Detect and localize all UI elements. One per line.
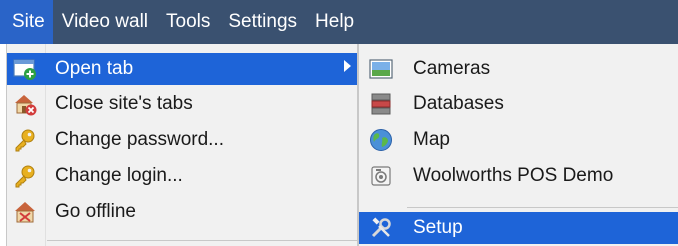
submenu-item-woolworths-pos-demo[interactable]: Woolworths POS Demo [359,160,678,192]
menu-item-label: Change password... [55,129,224,150]
menu-item-go-offline[interactable]: Go offline [7,196,357,228]
key-icon [13,164,37,188]
application-window: Site Video wall Tools Settings Help Open… [0,0,678,246]
menu-separator [407,207,678,208]
setup-tools-icon [369,216,393,240]
menu-item-label: Close site's tabs [55,93,193,114]
go-offline-icon [13,200,37,224]
open-tab-icon [13,57,37,81]
menu-item-change-login[interactable]: Change login... [7,160,357,192]
site-dropdown-menu: Open tab Close site's tabs Change passwo… [6,44,358,246]
submenu-item-label: Cameras [413,58,491,79]
pos-demo-icon [369,164,393,188]
close-site-tabs-icon [13,92,37,116]
submenu-item-setup[interactable]: Setup [359,212,678,244]
menu-item-change-password[interactable]: Change password... [7,124,357,156]
databases-icon [369,92,393,116]
menu-item-close-site-tabs[interactable]: Close site's tabs [7,88,357,120]
submenu-item-map[interactable]: Map [359,124,678,156]
menu-settings[interactable]: Settings [219,0,306,44]
menu-site[interactable]: Site [0,0,53,44]
menu-tools[interactable]: Tools [157,0,219,44]
submenu-item-databases[interactable]: Databases [359,88,678,120]
key-icon [13,128,37,152]
menu-item-label: Open tab [55,58,134,79]
submenu-arrow-icon [344,60,351,72]
submenu-item-cameras[interactable]: Cameras [359,53,678,85]
globe-icon [369,128,393,152]
menu-item-label: Change login... [55,165,183,186]
menu-item-open-tab[interactable]: Open tab [7,53,357,85]
menu-item-label: Go offline [55,201,136,222]
menu-separator [47,240,357,241]
open-tab-submenu: Cameras Databases Map Woolworths POS Dem… [358,44,678,246]
submenu-item-label: Databases [413,93,504,114]
menu-video-wall[interactable]: Video wall [53,0,157,44]
submenu-item-label: Map [413,129,450,150]
menu-bar: Site Video wall Tools Settings Help [0,0,678,44]
submenu-item-label: Woolworths POS Demo [413,165,614,186]
menu-help[interactable]: Help [306,0,363,44]
submenu-item-label: Setup [413,217,463,238]
cameras-icon [369,57,393,81]
